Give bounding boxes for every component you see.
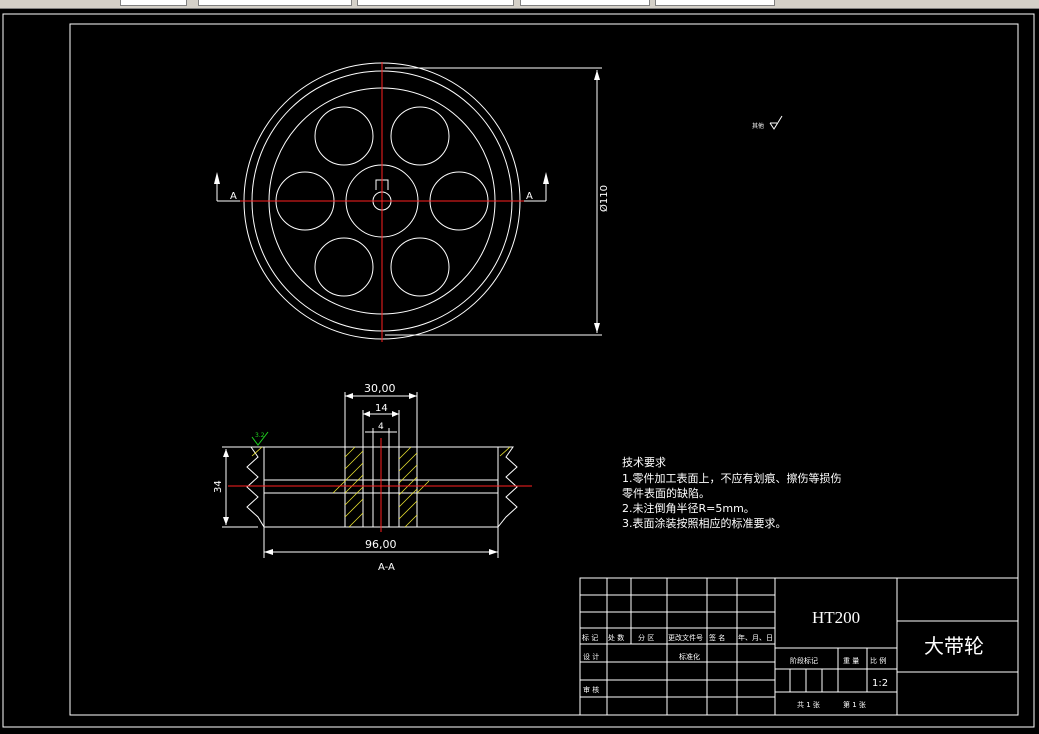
tech-req-item: 1.零件加工表面上，不应有划痕、擦伤等损伤 [622, 471, 842, 485]
web-hole [390, 106, 450, 166]
rim-profile-right [497, 446, 518, 528]
arrow-head [214, 172, 220, 184]
part-name: 大带轮 [924, 634, 984, 658]
material: HT200 [812, 608, 860, 627]
arrow-head [345, 393, 353, 399]
height-dimension: 34 [213, 480, 224, 493]
width-dimension: 30,00 [364, 382, 396, 395]
arrow-head [489, 549, 498, 555]
front-view: A A Ø110 [214, 62, 610, 342]
toolbar-field[interactable] [357, 0, 514, 6]
toolbar-field[interactable] [655, 0, 775, 6]
design-label: 设 计 [583, 652, 599, 661]
title-block: 标 记 处 数 分 区 更改文件号 签 名 年、月、日 设 计 标准化 审 核 … [579, 577, 1019, 716]
review-label: 审 核 [583, 685, 599, 694]
roughness-value: 3.2 [255, 432, 265, 439]
tech-req-item: 2.未注倒角半径R=5mm。 [622, 501, 755, 515]
standardize-label: 标准化 [679, 652, 700, 661]
arrow-head [223, 517, 229, 525]
arrow-head [264, 549, 273, 555]
header-cell: 分 区 [638, 633, 654, 642]
arrow-head [594, 323, 600, 333]
arrow-head [543, 172, 549, 184]
toolbar-dropdown[interactable] [120, 0, 187, 6]
stage-mark-label: 阶段标记 [790, 656, 818, 665]
outer-frame [2, 13, 1035, 728]
arrow-head [223, 449, 229, 457]
keyway-dimension: 4 [378, 422, 384, 432]
section-label-left: A [230, 191, 237, 202]
toolbar-field[interactable] [520, 0, 650, 6]
arrow-head [594, 70, 600, 80]
rim-profile-left [246, 446, 265, 528]
tech-req-heading: 技术要求 [622, 456, 666, 469]
toolbar [0, 0, 1039, 9]
weight-label: 重 量 [843, 657, 859, 665]
scale-value: 1:2 [872, 678, 888, 689]
toolbar-field[interactable] [198, 0, 352, 6]
ratio-label: 比 例 [870, 656, 886, 665]
total-sheets: 共 1 张 [797, 700, 820, 709]
hub-dimension: 14 [375, 403, 388, 414]
web-hole [314, 106, 374, 166]
section-view-label: A-A [378, 562, 395, 573]
inner-frame [69, 23, 1019, 716]
header-cell: 更改文件号 [668, 633, 703, 642]
cad-drawing: A A Ø110 其他 30,00 14 4 34 96,00 A-A 3.2 … [2, 13, 1035, 728]
surface-note: 其他 [752, 122, 764, 130]
web-hole [390, 237, 450, 297]
tech-req-item: 3.表面涂装按照相应的标准要求。 [622, 516, 787, 530]
arrow-head [392, 411, 399, 417]
diameter-dimension: Ø110 [598, 185, 610, 212]
header-cell: 签 名 [709, 633, 725, 642]
web-hole [314, 237, 374, 297]
arrow-head [409, 393, 417, 399]
arrow-head [363, 411, 370, 417]
diameter-bottom-dimension: 96,00 [365, 538, 397, 551]
header-cell: 标 记 [582, 633, 598, 642]
header-cell: 年、月、日 [738, 633, 773, 642]
technical-requirements: 技术要求 1.零件加工表面上，不应有划痕、擦伤等损伤 零件表面的缺陷。 2.未注… [622, 456, 842, 530]
drawing-canvas[interactable]: A A Ø110 其他 30,00 14 4 34 96,00 A-A 3.2 … [0, 9, 1039, 730]
tech-req-item: 零件表面的缺陷。 [622, 486, 710, 500]
section-view: 30,00 14 4 34 96,00 A-A 3.2 [213, 382, 532, 573]
section-label-right: A [526, 191, 533, 202]
header-cell: 处 数 [608, 633, 624, 642]
sheet-number: 第 1 张 [843, 700, 866, 709]
